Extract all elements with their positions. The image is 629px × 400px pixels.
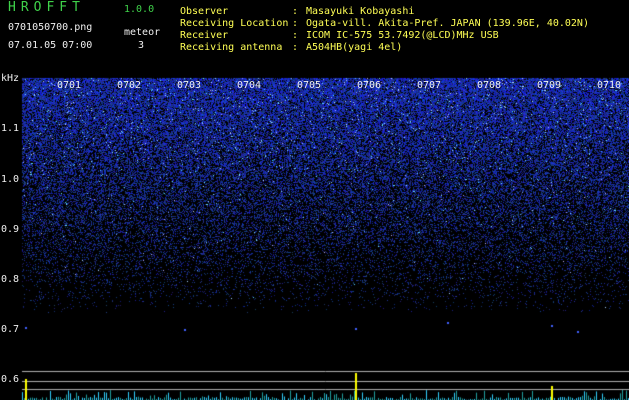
x-tick-label: 0710 — [597, 80, 622, 91]
info-value-location: Ogata-vill. Akita-Pref. JAPAN (139.96E, … — [306, 18, 589, 29]
info-label-location: Receiving Location — [180, 18, 289, 29]
info-label-antenna: Receiving antenna — [180, 42, 283, 53]
file-name: 0701050700.png — [8, 22, 93, 33]
x-tick-label: 0709 — [537, 80, 562, 91]
meteor-label: meteor — [124, 27, 161, 38]
x-tick-label: 0705 — [297, 80, 322, 91]
file-datetime: 07.01.05 07:00 — [8, 40, 93, 51]
x-tick-label: 0708 — [477, 80, 502, 91]
info-value-receiver: ICOM IC-575 53.7492(@LCD)MHz USB — [306, 30, 499, 41]
info-sep: : — [292, 42, 299, 53]
y-tick-label: 1.0 — [1, 174, 20, 185]
y-tick-label: 0.8 — [1, 274, 20, 285]
y-tick-label: 0.6 — [1, 374, 20, 385]
app-title: HROFFT — [8, 0, 85, 15]
info-sep: : — [292, 6, 299, 17]
meteor-count: 3 — [138, 40, 145, 51]
app-version: 1.0.0 — [124, 4, 155, 15]
info-label-observer: Observer — [180, 6, 229, 17]
x-tick-label: 0706 — [357, 80, 382, 91]
spectrogram — [0, 0, 629, 400]
info-sep: : — [292, 18, 299, 29]
x-tick-label: 0707 — [417, 80, 442, 91]
info-value-antenna: A504HB(yagi 4el) — [306, 42, 403, 53]
info-sep: : — [292, 30, 299, 41]
y-tick-label: 0.7 — [1, 324, 20, 335]
x-tick-label: 0701 — [57, 80, 82, 91]
info-label-receiver: Receiver — [180, 30, 229, 41]
y-tick-label: 1.1 — [1, 123, 20, 134]
x-tick-label: 0702 — [117, 80, 142, 91]
x-tick-label: 0704 — [237, 80, 262, 91]
x-tick-label: 0703 — [177, 80, 202, 91]
y-tick-label: 0.9 — [1, 224, 20, 235]
y-axis-unit: kHz — [1, 73, 20, 84]
info-value-observer: Masayuki Kobayashi — [306, 6, 415, 17]
